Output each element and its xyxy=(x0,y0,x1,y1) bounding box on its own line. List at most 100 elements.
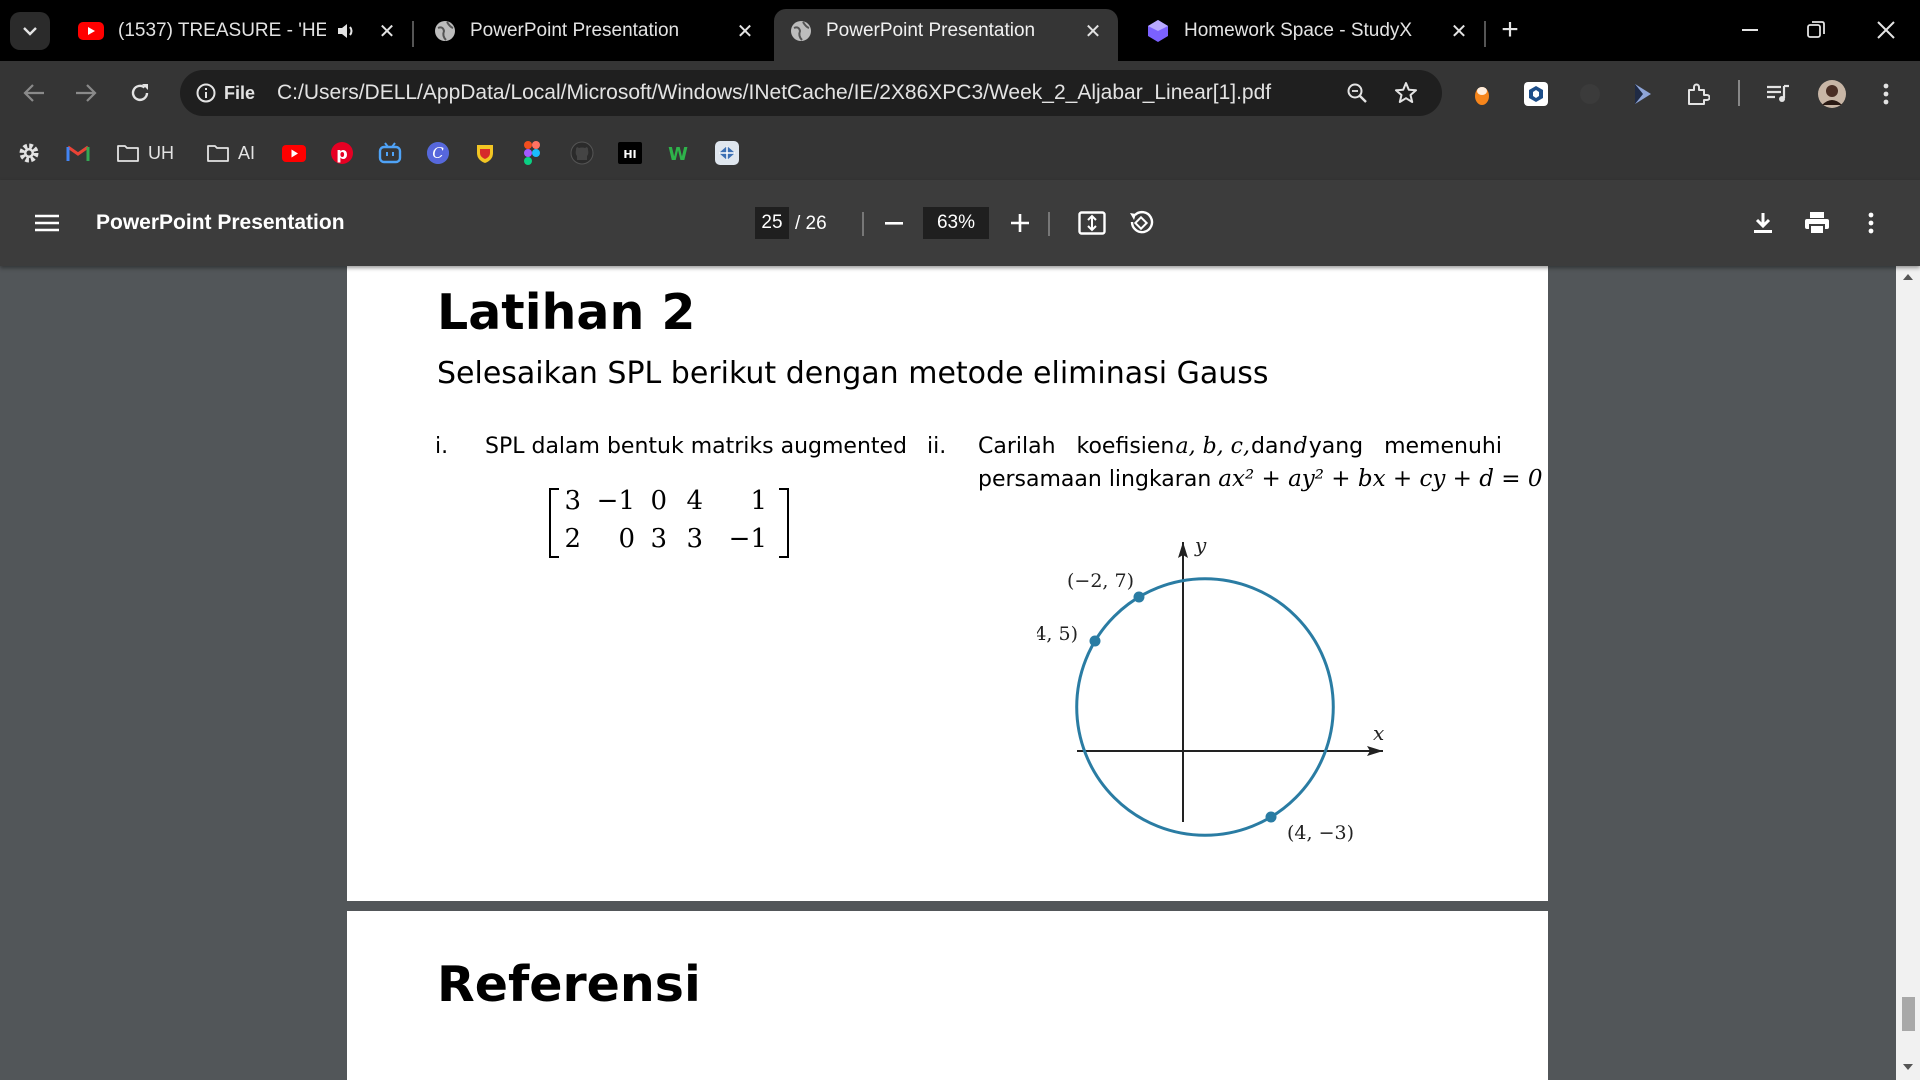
close-icon[interactable]: ✕ xyxy=(1448,19,1470,44)
tab-divider xyxy=(412,21,414,47)
cube-icon xyxy=(1524,82,1548,106)
rotate-icon xyxy=(1130,210,1154,234)
globe-icon xyxy=(791,21,811,41)
fit-page-button[interactable] xyxy=(1073,204,1111,242)
circle-point xyxy=(1133,591,1145,603)
pdf-menu-button[interactable] xyxy=(28,204,66,242)
bookmark-pinterest[interactable]: p xyxy=(330,139,354,167)
pdf-viewer[interactable]: Latihan 2 Selesaikan SPL berikut dengan … xyxy=(0,266,1920,1080)
matrix-cell: 3 xyxy=(650,524,667,554)
scroll-down-arrow[interactable] xyxy=(1903,1064,1913,1070)
bookmark-folder-uh[interactable]: UH xyxy=(116,139,174,167)
extension-dark[interactable] xyxy=(1574,78,1606,110)
tab-divider xyxy=(1484,21,1486,47)
arrow-right-icon xyxy=(76,84,97,102)
svg-text:p: p xyxy=(336,144,347,163)
bookmark-shield[interactable] xyxy=(474,139,496,167)
scroll-up-arrow[interactable] xyxy=(1903,274,1913,280)
new-tab-button[interactable]: + xyxy=(1496,12,1524,48)
minus-icon xyxy=(885,221,903,225)
more-vertical-icon xyxy=(1883,83,1889,105)
extension-metamask[interactable] xyxy=(1466,78,1498,110)
w-icon: W xyxy=(668,144,688,164)
bookmark-w[interactable]: W xyxy=(666,139,692,167)
plus-icon xyxy=(1011,214,1029,232)
bookmark-youtube[interactable] xyxy=(282,139,306,167)
gmail-icon xyxy=(66,145,90,161)
bookmark-settings[interactable] xyxy=(18,139,40,167)
close-window-button[interactable] xyxy=(1856,10,1916,50)
tab-strip: (1537) TREASURE - 'HELLO' M/V ✕ PowerPoi… xyxy=(0,0,1920,61)
extension-cursor[interactable] xyxy=(1626,78,1658,110)
zoom-level-input[interactable]: 63% xyxy=(923,207,989,239)
page-number-input[interactable]: 25 xyxy=(755,207,789,239)
bookmark-canva[interactable]: C xyxy=(426,139,450,167)
svg-text:W: W xyxy=(668,144,688,164)
bookmark-github[interactable] xyxy=(570,139,594,167)
tab-studyx[interactable]: Homework Space - StudyX ✕ xyxy=(1130,9,1484,61)
bookmark-label: AI xyxy=(238,142,256,163)
box-icon xyxy=(715,141,739,165)
print-button[interactable] xyxy=(1798,204,1836,242)
star-icon[interactable] xyxy=(1394,81,1418,105)
tab-title: (1537) TREASURE - 'HELLO' M/V xyxy=(118,20,326,41)
tab-powerpoint-2[interactable]: PowerPoint Presentation ✕ xyxy=(774,9,1118,61)
matrix-cell: 3 xyxy=(564,486,581,516)
forward-button[interactable] xyxy=(66,73,106,113)
toolbar-divider xyxy=(1048,212,1050,236)
minimize-icon xyxy=(1742,29,1758,31)
restore-button[interactable] xyxy=(1786,10,1846,50)
extensions-button[interactable] xyxy=(1682,78,1714,110)
close-icon[interactable]: ✕ xyxy=(1082,19,1104,44)
zoom-icon[interactable] xyxy=(1346,82,1368,104)
matrix-cell: 1 xyxy=(750,486,767,516)
studyx-icon xyxy=(1148,20,1168,42)
extension-cube[interactable] xyxy=(1520,78,1552,110)
minimize-button[interactable] xyxy=(1720,10,1780,50)
matrix-cell: 4 xyxy=(686,486,703,516)
bookmark-folder-ai[interactable]: AI xyxy=(206,139,255,167)
bookmark-box[interactable] xyxy=(714,139,740,167)
point-label: (−4, 5) xyxy=(1037,623,1078,645)
reload-button[interactable] xyxy=(120,73,160,113)
bookmark-bilibili[interactable] xyxy=(378,139,402,167)
circle-point xyxy=(1265,811,1277,823)
toolbar-divider xyxy=(862,212,864,236)
bookmark-gmail[interactable] xyxy=(66,139,90,167)
site-info-chip[interactable]: File xyxy=(196,83,255,104)
circle-figure: x y (−2, 7) (−4, 5) (4, −3) xyxy=(1037,533,1384,844)
url-text[interactable]: C:/Users/DELL/AppData/Local/Microsoft/Wi… xyxy=(277,81,1271,105)
page-total: / 26 xyxy=(795,213,827,234)
pdf-more-button[interactable] xyxy=(1852,204,1890,242)
tab-youtube[interactable]: (1537) TREASURE - 'HELLO' M/V ✕ xyxy=(62,9,414,61)
item-text-line2: persamaan lingkaran ax² + ay² + bx + cy … xyxy=(978,466,1543,492)
browser-menu-button[interactable] xyxy=(1870,78,1902,110)
media-controls-button[interactable] xyxy=(1762,78,1794,110)
tab-powerpoint-1[interactable]: PowerPoint Presentation ✕ xyxy=(418,9,770,61)
bookmark-figma[interactable] xyxy=(524,139,540,167)
scrollbar-thumb[interactable] xyxy=(1902,997,1915,1031)
download-button[interactable] xyxy=(1744,204,1782,242)
close-icon[interactable]: ✕ xyxy=(734,19,756,44)
matrix-cell: 0 xyxy=(650,486,667,516)
augmented-matrix: 3 −1 0 4 1 2 0 3 3 −1 xyxy=(549,486,789,558)
tab-title: Homework Space - StudyX xyxy=(1184,20,1413,41)
back-button[interactable] xyxy=(14,73,54,113)
point-label: (−2, 7) xyxy=(1067,570,1134,592)
close-icon[interactable]: ✕ xyxy=(376,19,398,44)
tab-search-button[interactable] xyxy=(10,12,50,50)
matrix-cell: 2 xyxy=(564,524,581,554)
scrollbar[interactable] xyxy=(1896,266,1920,1080)
address-bar[interactable]: File C:/Users/DELL/AppData/Local/Microso… xyxy=(180,70,1442,116)
folder-icon xyxy=(117,145,139,162)
bookmark-hi[interactable]: HI xyxy=(618,139,642,167)
zoom-out-button[interactable] xyxy=(875,204,913,242)
circle-curve xyxy=(1075,577,1335,837)
pinterest-icon: p xyxy=(331,142,353,164)
bookmarks-bar: UH AI p C HI W xyxy=(0,126,1920,180)
profile-button[interactable] xyxy=(1816,78,1848,110)
zoom-in-button[interactable] xyxy=(1001,204,1039,242)
tab-title: PowerPoint Presentation xyxy=(826,20,1036,41)
rotate-button[interactable] xyxy=(1122,204,1160,242)
speaker-icon[interactable] xyxy=(336,21,358,41)
